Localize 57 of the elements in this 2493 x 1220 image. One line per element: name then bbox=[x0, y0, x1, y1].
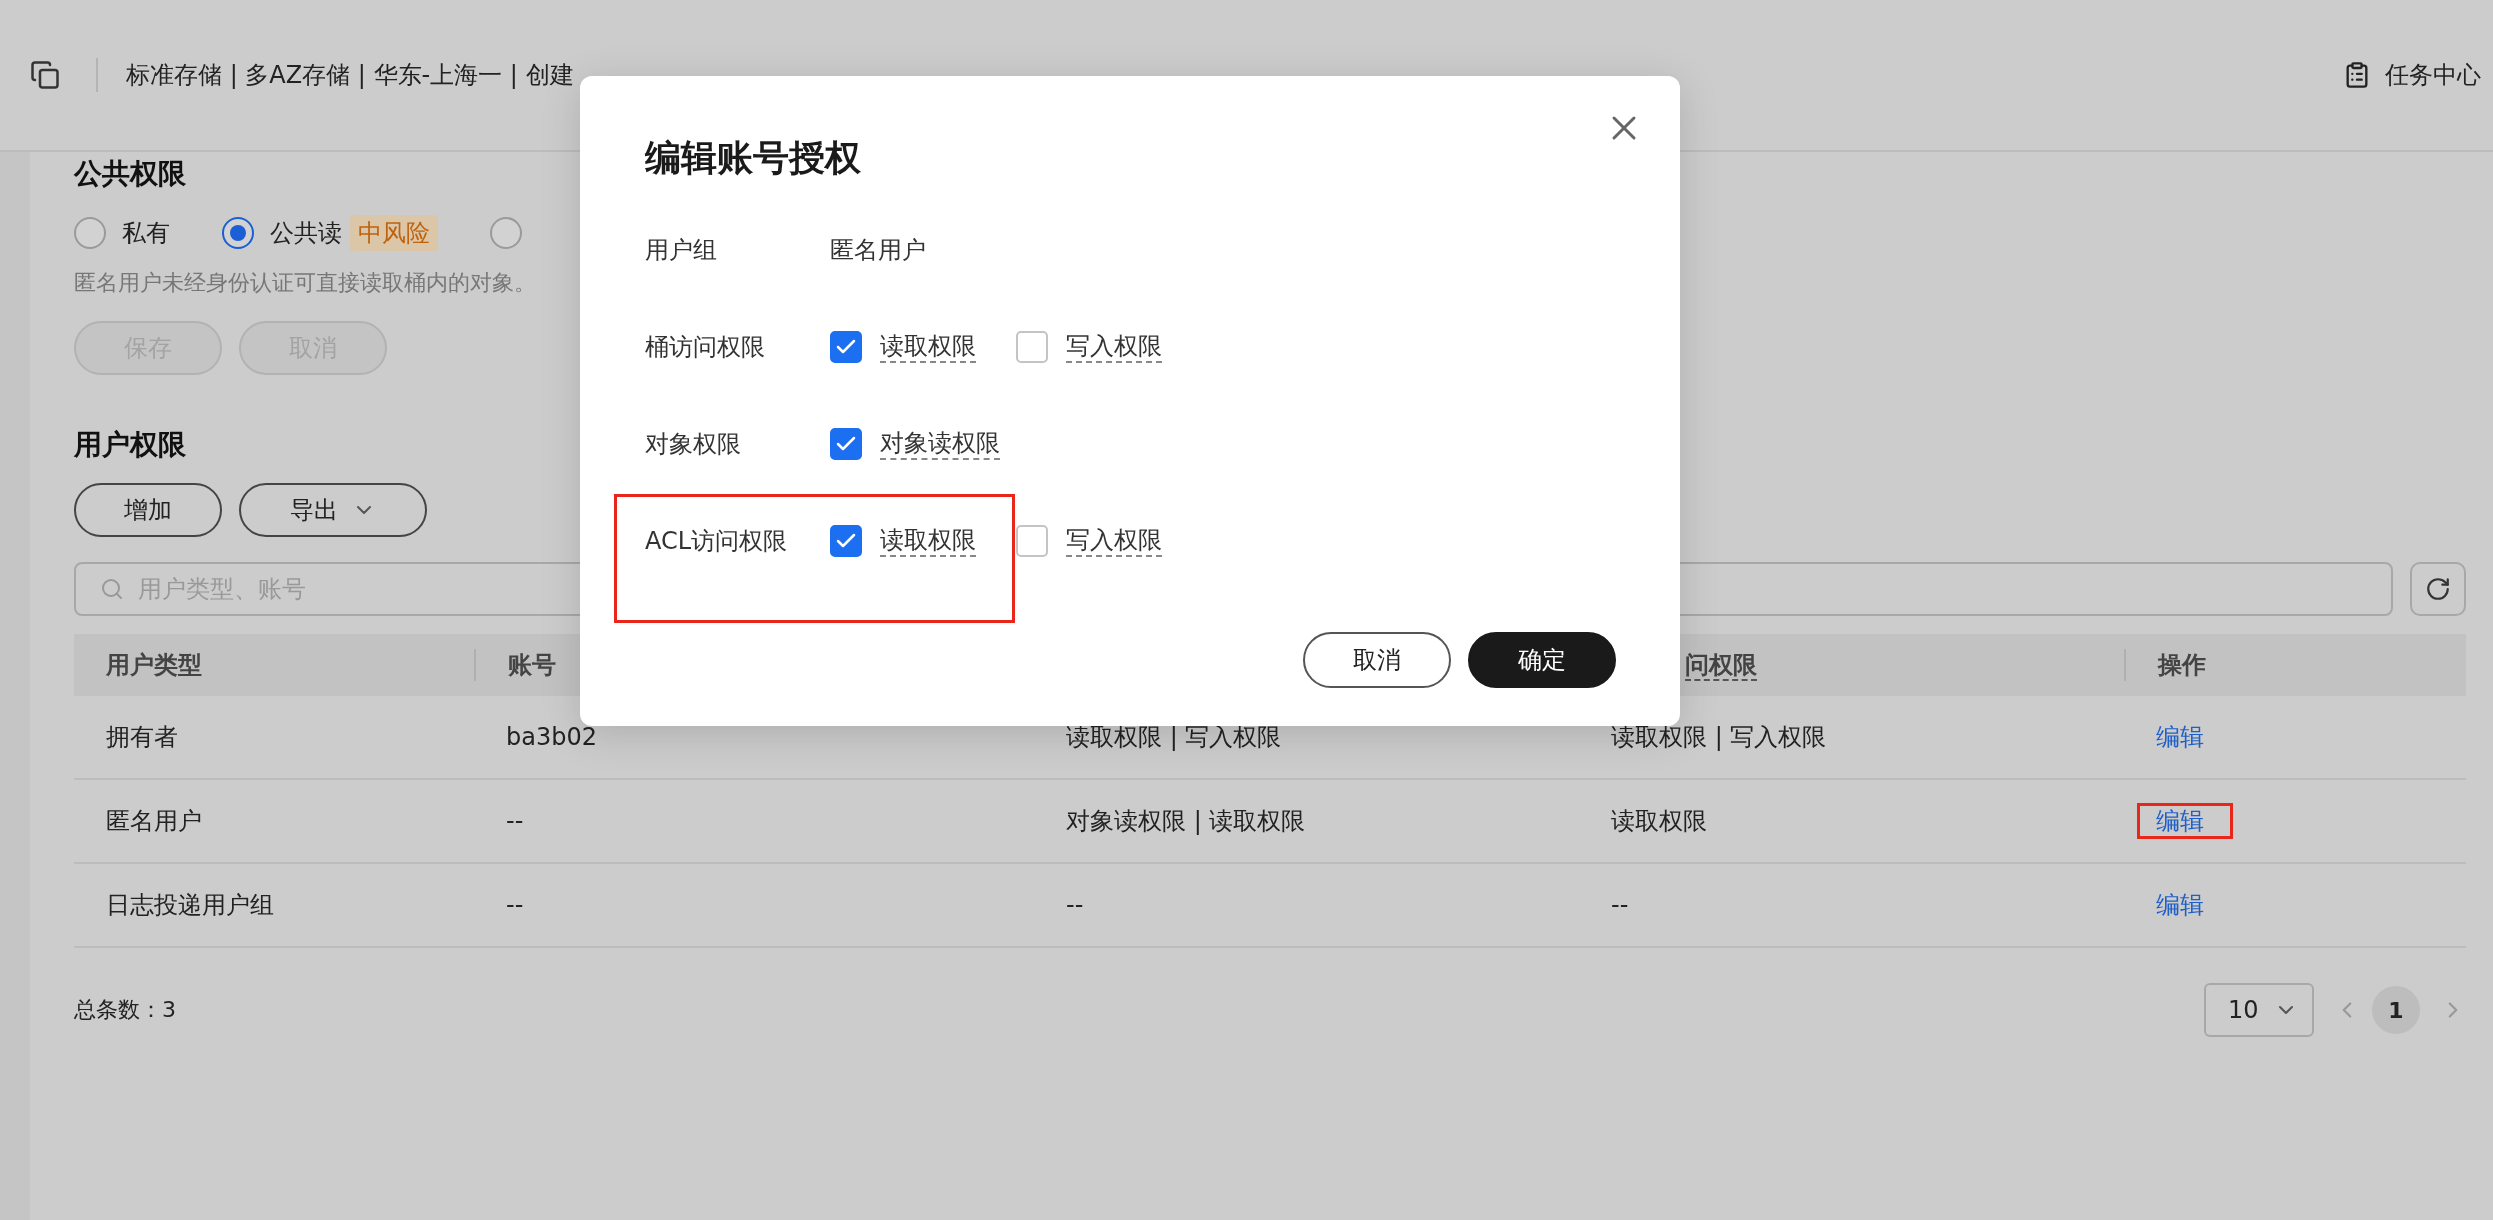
confirm-button[interactable]: 确定 bbox=[1468, 632, 1616, 688]
table-cell-text: 日志投递用户组 bbox=[105, 890, 275, 921]
checkbox[interactable] bbox=[830, 331, 862, 363]
table-cell-text: 读取权限 | 写入权限 bbox=[1610, 722, 1828, 753]
radio-button[interactable] bbox=[74, 217, 106, 249]
column-header: 操作 bbox=[2158, 651, 2206, 679]
column-header: 问权限 bbox=[1685, 651, 1757, 681]
edit-link[interactable]: 编辑 bbox=[2137, 887, 2233, 923]
section-title: 公共权限 bbox=[74, 156, 186, 192]
add-button[interactable]: 增加 bbox=[74, 483, 222, 537]
search-icon bbox=[100, 577, 124, 601]
field-label: 桶访问权限 bbox=[645, 332, 766, 363]
column-header: 用户类型 bbox=[106, 651, 202, 679]
page-number[interactable]: 1 bbox=[2372, 986, 2420, 1034]
dialog-title: 编辑账号授权 bbox=[645, 136, 862, 180]
field-label: 对象权限 bbox=[645, 429, 742, 460]
table-cell-text: 读取权限 | 写入权限 bbox=[1065, 722, 1283, 753]
field-label: ACL访问权限 bbox=[645, 526, 789, 557]
table-cell-text: -- bbox=[505, 891, 525, 919]
bucket-info: 标准存储 | 多AZ存储 | 华东-上海一 | 创建 bbox=[126, 60, 574, 91]
copy-icon[interactable] bbox=[30, 60, 60, 90]
description-text: 匿名用户未经身份认证可直接读取桶内的对象。 bbox=[74, 269, 537, 297]
risk-tag: 中风险 bbox=[350, 215, 438, 251]
table-cell-text: 读取权限 bbox=[1610, 806, 1708, 837]
table-cell-text: -- bbox=[1065, 891, 1085, 919]
checkbox[interactable] bbox=[1016, 525, 1048, 557]
table-cell-text: 对象读权限 | 读取权限 bbox=[1065, 806, 1307, 837]
table-cell-text: ba3b02 bbox=[505, 723, 598, 751]
section-title: 用户权限 bbox=[74, 427, 186, 463]
table-cell-text: -- bbox=[1610, 891, 1630, 919]
page-size-select[interactable]: 10 bbox=[2204, 983, 2314, 1037]
edit-link[interactable]: 编辑 bbox=[2137, 719, 2233, 755]
edit-link[interactable]: 编辑 bbox=[2137, 803, 2233, 839]
table-cell-text: 拥有者 bbox=[105, 722, 179, 753]
task-center-button[interactable]: 任务中心 bbox=[2343, 59, 2481, 91]
checkbox[interactable] bbox=[830, 525, 862, 557]
checkbox-label[interactable]: 写入权限 bbox=[1066, 525, 1162, 557]
radio-button[interactable] bbox=[222, 217, 254, 249]
checkbox-label[interactable]: 读取权限 bbox=[880, 525, 976, 557]
table-cell-text: -- bbox=[505, 807, 525, 835]
field-label: 用户组 bbox=[645, 235, 718, 266]
radio-button[interactable] bbox=[490, 217, 522, 249]
table-cell-text: 匿名用户 bbox=[105, 806, 203, 837]
checkbox-label[interactable]: 读取权限 bbox=[880, 331, 976, 363]
radio-label[interactable]: 公共读 bbox=[270, 217, 342, 249]
field-value: 匿名用户 bbox=[830, 235, 926, 266]
column-header: 账号 bbox=[508, 651, 556, 679]
checkbox[interactable] bbox=[830, 428, 862, 460]
checkbox[interactable] bbox=[1016, 331, 1048, 363]
radio-label[interactable]: 私有 bbox=[122, 217, 170, 249]
checkbox-label[interactable]: 对象读权限 bbox=[880, 428, 1000, 460]
checkbox-label[interactable]: 写入权限 bbox=[1066, 331, 1162, 363]
export-button[interactable]: 导出 bbox=[239, 483, 427, 537]
refresh-icon bbox=[2425, 576, 2451, 602]
refresh-button[interactable] bbox=[2410, 562, 2466, 616]
cancel-button[interactable]: 取消 bbox=[1303, 632, 1451, 688]
total-count: 总条数：3 bbox=[74, 996, 176, 1024]
